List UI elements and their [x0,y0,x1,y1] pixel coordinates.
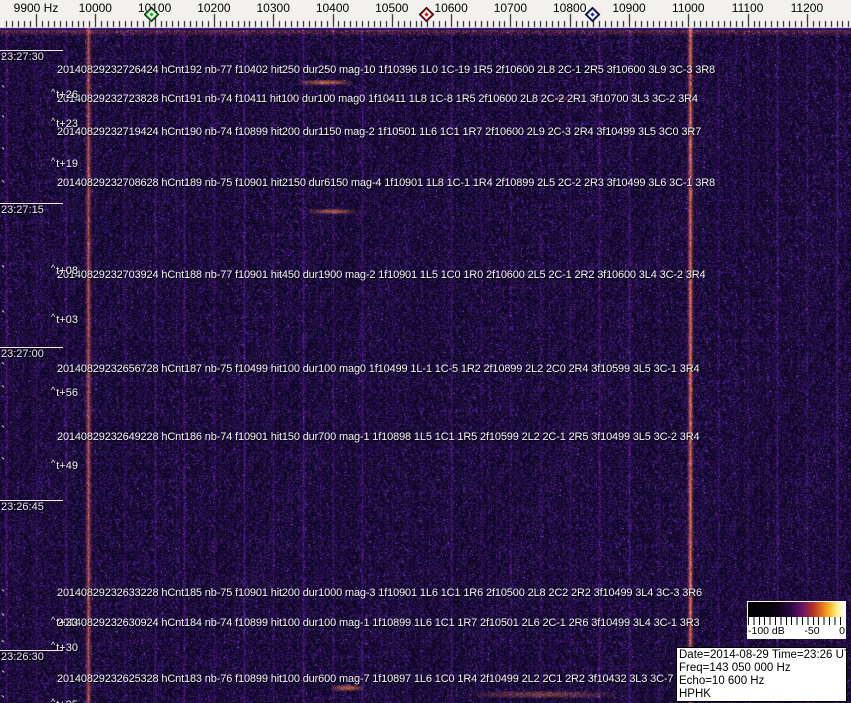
time-axis-label: 23:27:30 [1,51,44,63]
color-scale-ticks [748,617,845,625]
caret-icon: ^ [51,458,56,468]
event-row: 20140829232723828 hCnt191 nb-74 f10411 h… [57,93,698,105]
time-offset-marker: ^t+26 [51,87,78,101]
caret-icon: ^ [51,87,56,97]
edge-tick-mark: ` [1,693,6,703]
time-offset-marker: ^t+56 [51,385,78,399]
caret-icon: ^ [51,385,56,395]
freq-axis-label: 10600 [434,1,468,15]
freq-axis-label: 10500 [375,1,409,15]
edge-tick-mark: ` [1,53,6,68]
caret-icon: ^ [51,116,56,126]
time-offset-marker: ^t+03 [51,312,78,326]
edge-tick-mark: ` [1,587,6,602]
time-axis-label: 23:26:30 [1,651,44,663]
time-offset-marker: ^t+33 [51,615,78,629]
event-row: 20140829232649228 hCnt186 nb-74 f10901 h… [57,431,700,443]
freq-axis-label: 11100 [731,1,764,15]
info-echo-frequency: Echo=10 600 Hz [679,675,765,687]
freq-axis-label: 9900 Hz [13,1,59,15]
edge-tick-mark: ` [1,668,6,683]
time-axis-label: 23:27:15 [1,204,44,216]
event-row: 20140829232726424 hCnt192 nb-77 f10402 h… [57,64,715,76]
time-offset-marker: ^t+49 [51,458,78,472]
info-frequency: Freq=143 050 000 Hz [679,662,791,674]
edge-tick-mark: ` [1,638,6,653]
event-row: 20140829232708628 hCnt189 nb-75 f10901 h… [57,177,715,189]
edge-tick-mark: ` [1,145,6,160]
edge-tick-mark: ` [1,455,6,470]
red-diamond-marker-inner [421,9,432,20]
caret-icon: ^ [51,640,56,650]
event-row: 20140829232633228 hCnt185 nb-75 f10901 h… [57,587,702,599]
freq-axis-label: 11000 [672,1,705,15]
edge-tick-mark: ` [1,83,6,98]
edge-tick-mark: ` [1,383,6,398]
spectrogram-app-window: -100 dB -50 0 Date=2014-08-29 Time=23:26… [0,0,851,703]
blue-diamond-marker-inner [587,9,598,20]
scale-mid-label: -50 [804,625,820,637]
time-offset-marker: ^t+08 [51,263,78,277]
green-diamond-marker-inner [146,9,157,20]
freq-axis-label: 10200 [197,1,231,15]
time-offset-marker: ^t+30 [51,640,78,654]
time-offset-marker: ^t+23 [51,116,78,130]
time-axis-label: 23:26:45 [1,501,44,513]
freq-axis-label: 10800 [553,1,587,15]
caret-icon: ^ [51,615,56,625]
event-row: 20140829232719424 hCnt190 nb-74 f10899 h… [57,126,702,138]
event-row: 20140829232625328 hCnt183 nb-76 f10899 h… [57,673,674,685]
time-offset-marker: ^t+25 [51,697,78,703]
edge-tick-mark: ` [1,113,6,128]
freq-axis-label: 10000 [78,1,112,15]
event-row: 20140829232656728 hCnt187 nb-75 f10499 h… [57,363,700,375]
edge-tick-mark: ` [1,308,6,323]
event-row: 20140829232703924 hCnt188 nb-77 f10901 h… [57,269,706,281]
freq-axis-label: 10300 [256,1,290,15]
caret-icon: ^ [51,697,56,703]
caret-icon: ^ [51,312,56,322]
caret-icon: ^ [51,156,56,166]
caret-icon: ^ [51,263,56,273]
info-date-time: Date=2014-08-29 Time=23:26 UTC [679,649,847,661]
edge-tick-mark: ` [1,611,6,626]
db-color-scale: -100 dB -50 0 [747,601,846,639]
info-station-code: HPHK [679,688,711,700]
blue-diamond-marker-dot [590,12,595,17]
freq-axis-label: 10400 [315,1,350,15]
time-axis-label: 23:27:00 [1,348,44,360]
scale-min-label: -100 dB [748,625,785,637]
edge-tick-mark: ` [1,263,6,278]
status-info-box: Date=2014-08-29 Time=23:26 UTC Freq=143 … [676,647,847,702]
edge-tick-mark: ` [1,360,6,375]
edge-tick-mark: ` [1,423,6,438]
color-scale-labels: -100 dB -50 0 [748,625,845,638]
red-diamond-marker-dot [424,12,429,17]
green-diamond-marker-dot [149,12,154,17]
edge-tick-mark: ` [1,178,6,193]
event-row: 20140829232630924 hCnt184 nb-74 f10899 h… [57,617,700,629]
freq-axis-label: 10700 [493,1,528,15]
scale-max-label: 0 [839,625,845,637]
color-gradient-bar [748,602,845,617]
time-offset-marker: ^t+19 [51,156,78,170]
freq-axis-label: 10900 [612,1,646,15]
freq-axis-label: 11200 [790,1,824,15]
